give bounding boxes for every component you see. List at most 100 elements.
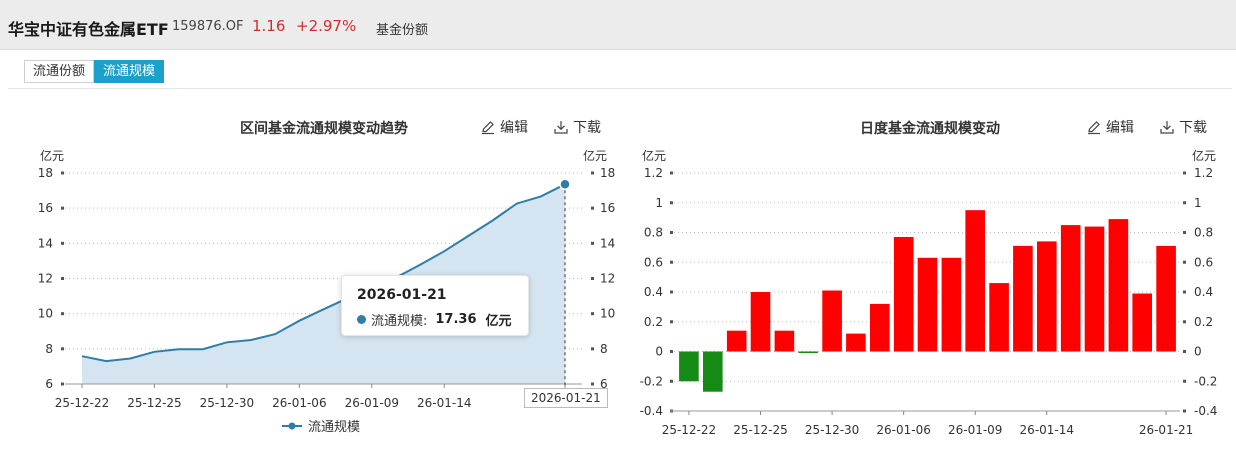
tick-mark — [591, 347, 594, 351]
x-tick-label: 25-12-25 — [127, 396, 181, 410]
fund-type: 基金份额 — [376, 23, 429, 38]
tick-mark — [670, 290, 673, 294]
tooltip-series-dot — [357, 315, 366, 324]
bar — [917, 257, 938, 352]
tick-mark — [670, 320, 673, 324]
y-tick-label-left: -0.2 — [640, 374, 663, 388]
tooltip-label: 流通规模: — [371, 314, 428, 329]
tick-mark — [61, 382, 64, 386]
left-edit-button[interactable]: 编辑 — [480, 117, 528, 137]
bar — [989, 283, 1009, 352]
tab-circulating-scale[interactable]: 流通规模 — [94, 60, 165, 83]
y-tick-label-left: 18 — [38, 166, 53, 180]
y-tick-label-right: 0 — [1194, 345, 1202, 359]
tick-mark — [1183, 260, 1186, 264]
y-tick-label-left: 1.2 — [644, 166, 663, 180]
y-tick-label-right: 10 — [600, 307, 615, 321]
tick-mark — [670, 231, 673, 234]
y-tick-label-right: 1 — [1194, 196, 1202, 210]
right-bar-chart[interactable]: 亿元 亿元 -0.4 -0.4 -0.2 -0.2 0 0 0.2 0.2 0.4 0.4 0.6 0.6… — [620, 140, 1236, 440]
y-tick-label-left: 1 — [655, 196, 663, 210]
tick-mark — [1183, 379, 1186, 383]
right-download-button[interactable]: 下载 — [1159, 117, 1207, 137]
bar — [1132, 293, 1152, 352]
left-chart-title: 区间基金流通规模变动趋势 — [240, 121, 408, 137]
bar — [774, 330, 795, 352]
tick-mark — [1183, 350, 1186, 353]
left-chart-legend[interactable]: 流通规模 — [282, 416, 360, 435]
y-tick-label-right: 0.6 — [1194, 255, 1213, 269]
y-tick-label-right: 12 — [600, 272, 615, 286]
y-tick-label-left: 16 — [38, 201, 53, 215]
x-tick-label: 25-12-30 — [805, 423, 859, 437]
right-chart-title: 日度基金流通规模变动 — [860, 121, 1000, 137]
right-edit-button[interactable]: 编辑 — [1086, 117, 1134, 137]
fund-price: 1.16 — [252, 17, 286, 35]
tick-mark — [1183, 320, 1186, 324]
y-tick-label-left: 10 — [38, 307, 53, 321]
bar — [870, 303, 890, 352]
tick-mark — [61, 206, 64, 210]
download-icon — [554, 121, 568, 134]
legend-label: 流通规模 — [308, 420, 361, 435]
y-tick-label-right: 8 — [600, 342, 608, 356]
bar — [679, 351, 699, 382]
x-tick-label: 26-01-14 — [1020, 423, 1074, 437]
x-tick-label: 25-12-30 — [200, 396, 254, 410]
tick-mark — [1183, 171, 1186, 175]
fund-name: 华宝中证有色金属ETF — [8, 20, 169, 39]
y-tick-label-left: 0.4 — [644, 285, 663, 299]
right-edit-label: 编辑 — [1106, 120, 1134, 136]
x-tick-label: 26-01-09 — [345, 396, 399, 410]
left-download-label: 下载 — [573, 120, 601, 136]
left-download-button[interactable]: 下载 — [553, 117, 601, 137]
y-tick-label-left: 8 — [45, 342, 53, 356]
x-tick-label: 26-01-06 — [272, 396, 326, 410]
tick-mark — [61, 312, 64, 316]
bar — [703, 351, 723, 392]
tab-circulating-shares[interactable]: 流通份额 — [24, 60, 95, 83]
y-tick-label-left: 0.6 — [644, 255, 663, 269]
y-tick-label-right: -0.2 — [1194, 374, 1217, 388]
tooltip-row: 流通规模: 17.36 亿元 — [357, 310, 512, 329]
y-tick-label-right: 0.8 — [1194, 226, 1213, 240]
bar — [965, 210, 985, 352]
tick-mark — [591, 277, 594, 280]
bar — [1013, 245, 1033, 352]
legend-line-icon — [282, 422, 302, 429]
tick-mark — [61, 241, 64, 245]
tick-mark — [670, 171, 673, 175]
tick-mark — [670, 379, 673, 383]
fund-code: 159876.OF — [172, 19, 244, 34]
tick-mark — [591, 241, 594, 245]
x-tick-label: 26-01-09 — [948, 423, 1002, 437]
tick-mark — [670, 260, 673, 264]
y-tick-label-left: 0 — [655, 345, 663, 359]
right-y-unit: 亿元 — [1192, 148, 1216, 163]
y-tick-label-right: 18 — [600, 166, 615, 180]
y-tick-label-right: 14 — [600, 236, 615, 250]
tick-mark — [670, 201, 673, 205]
x-tick-label: 26-01-21 — [1139, 423, 1193, 437]
tooltip-date: 2026-01-21 — [357, 287, 447, 303]
y-tick-label-left: -0.4 — [640, 404, 663, 418]
bar — [1156, 245, 1176, 352]
crosshair-date-label: 2026-01-21 — [524, 388, 608, 408]
download-icon — [1160, 121, 1174, 134]
chart-tooltip: 2026-01-21 流通规模: 17.36 亿元 — [341, 275, 529, 336]
edit-icon — [1088, 121, 1100, 135]
left-y-unit: 亿元 — [40, 148, 64, 163]
highlight-point — [559, 178, 571, 191]
x-tick-label: 26-01-06 — [876, 423, 930, 437]
x-tick-label: 25-12-25 — [733, 423, 787, 437]
bar — [750, 292, 771, 352]
y-tick-label-left: 6 — [45, 377, 53, 391]
y-tick-label-right: 16 — [600, 201, 615, 215]
y-tick-label-left: 0.2 — [644, 315, 663, 329]
tick-mark — [1183, 231, 1186, 234]
tick-mark — [61, 347, 64, 351]
tick-mark — [670, 350, 673, 353]
left-y-unit: 亿元 — [642, 148, 666, 163]
x-tick-label: 26-01-14 — [417, 396, 471, 410]
y-tick-label-right: 0.4 — [1194, 285, 1213, 299]
